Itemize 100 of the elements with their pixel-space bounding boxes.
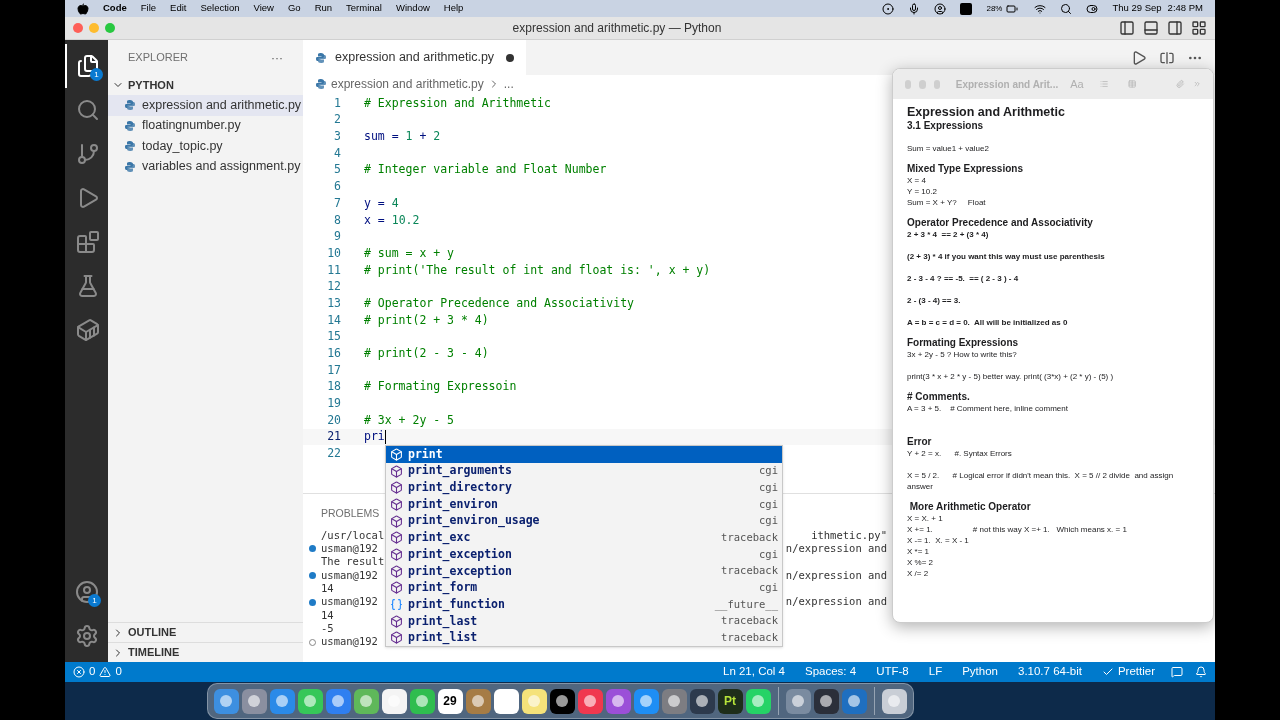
suggestion-item[interactable]: print_environ cgi [386, 496, 782, 513]
section-header[interactable]: OUTLINE [108, 622, 303, 642]
split-editor-icon[interactable] [1159, 49, 1175, 66]
search-icon[interactable] [1060, 2, 1073, 15]
suggestion-item[interactable]: print_exception traceback [386, 562, 782, 580]
activity-button[interactable]: 1 [65, 570, 108, 614]
app-icon[interactable]: 29 [437, 688, 463, 714]
wifi-icon[interactable] [1034, 2, 1047, 15]
app-icon[interactable] [409, 688, 435, 714]
user-icon[interactable] [934, 2, 947, 15]
note-text: # Comments. [907, 391, 971, 403]
bell-icon[interactable] [1195, 666, 1207, 678]
menu-item[interactable]: Window [396, 1, 430, 16]
feedback-icon[interactable] [1171, 666, 1183, 678]
terminal-text: 14 [321, 581, 334, 596]
error-icon [73, 666, 85, 678]
status-item[interactable]: Ln 21, Col 4 [719, 663, 789, 681]
app-icon[interactable] [633, 688, 659, 714]
suggestion-item[interactable]: print_directory cgi [386, 479, 782, 497]
suggestion-item[interactable]: print_exception cgi [386, 546, 782, 563]
suggestion-item[interactable]: print_exc traceback [386, 529, 782, 547]
breadcrumb-item[interactable]: ... [503, 75, 514, 93]
explorer-file[interactable]: today_topic.py [108, 136, 303, 157]
app-icon[interactable] [269, 688, 295, 714]
suggestion-item[interactable]: print_arguments cgi [386, 462, 782, 480]
suggestion-item[interactable]: print [386, 446, 782, 463]
prettier-status[interactable]: Prettier [1097, 663, 1159, 681]
line-number: 12 [326, 278, 341, 296]
line-number: 13 [326, 294, 341, 312]
breadcrumb-item[interactable]: expression and arithmetic.py [331, 75, 484, 93]
line-number: 20 [326, 411, 341, 429]
layout-icon[interactable] [1191, 20, 1207, 36]
app-icon[interactable] [841, 688, 867, 714]
menu-item[interactable]: Help [443, 1, 464, 16]
app-icon[interactable] [881, 688, 907, 714]
app-icon[interactable] [549, 688, 575, 714]
app-icon[interactable]: Pt [717, 688, 743, 714]
panel-left-icon[interactable] [1119, 20, 1135, 36]
folder-header[interactable]: PYTHON [108, 75, 303, 95]
suggestion-item[interactable]: print_function __future__ [386, 596, 782, 613]
app-icon[interactable] [493, 688, 519, 714]
app-icon[interactable] [521, 688, 547, 714]
more-button[interactable]: ··· [271, 48, 283, 67]
status-item[interactable]: Python [958, 663, 1002, 681]
suggestion-item[interactable]: print_environ_usage cgi [386, 512, 782, 530]
app-icon[interactable] [785, 688, 811, 714]
line-number: 17 [326, 361, 341, 379]
app-icon[interactable] [813, 688, 839, 714]
panel-right-icon[interactable] [1167, 20, 1183, 36]
status-item[interactable]: 3.10.7 64-bit [1014, 663, 1086, 681]
apple-icon[interactable] [77, 2, 89, 15]
close-window-button[interactable] [73, 23, 83, 33]
app-icon[interactable] [353, 688, 379, 714]
app-icon[interactable] [241, 688, 267, 714]
suggestion-item[interactable]: print_list traceback [386, 629, 782, 647]
code-comment: # Operator Precedence and Associativity [364, 294, 635, 312]
menu-item[interactable]: View [253, 1, 274, 16]
menu-item[interactable]: Run [314, 1, 333, 16]
checklist-icon[interactable] [1099, 78, 1108, 90]
explorer-file[interactable]: variables and assignment.py [108, 156, 303, 177]
line-number: 21 [326, 428, 341, 446]
suggestion-source: traceback [721, 630, 778, 646]
app-icon[interactable] [745, 688, 771, 714]
note-text: 2 - 3 - 4 ? == -5. == ( 2 - 3 ) - 4 [907, 273, 1020, 284]
line-number: 15 [326, 328, 341, 346]
menu-item[interactable]: Selection [200, 1, 240, 16]
explorer-file[interactable]: floatingnumber.py [108, 115, 303, 136]
status-item[interactable]: Spaces: 4 [801, 663, 861, 681]
suggestion-item[interactable]: print_last traceback [386, 612, 782, 630]
control-center-icon[interactable] [1086, 2, 1099, 15]
note-text: X = X. + 1 [907, 513, 944, 524]
status-item[interactable]: UTF-8 [872, 663, 913, 681]
panel-tab[interactable]: PROBLEMS [321, 506, 380, 522]
microphone-icon[interactable] [908, 2, 921, 15]
menu-item[interactable]: File [140, 1, 157, 16]
note-text: X += 1. # not this way X =+ 1. Which means x. = 1 [907, 524, 1128, 535]
app-icon[interactable] [213, 688, 239, 714]
editor-tab[interactable]: expression and arithmetic.py [303, 40, 527, 75]
blocks-icon [75, 230, 100, 254]
app-icon[interactable] [577, 688, 603, 714]
app-icon[interactable] [465, 688, 491, 714]
menu-item[interactable]: Edit [170, 1, 187, 16]
menu-item[interactable]: Go [287, 1, 301, 16]
record-icon[interactable] [882, 2, 895, 15]
status-item[interactable]: LF [924, 663, 947, 681]
app-icon[interactable] [689, 688, 715, 714]
app-icon[interactable] [325, 688, 351, 714]
line-number: 10 [326, 244, 341, 262]
menu-item[interactable]: Code [103, 1, 127, 16]
app-icon[interactable] [605, 688, 631, 714]
app-icon[interactable] [381, 688, 407, 714]
suggestion-item[interactable]: print_form cgi [386, 579, 782, 597]
run-icon[interactable] [1131, 49, 1147, 66]
menu-item[interactable]: Terminal [346, 1, 382, 16]
problems-status[interactable]: 0 0 [73, 663, 122, 681]
panel-bottom-icon[interactable] [1143, 20, 1159, 36]
battery-icon[interactable] [1004, 2, 1021, 15]
explorer-file[interactable]: expression and arithmetic.py [108, 95, 303, 116]
app-icon[interactable] [661, 688, 687, 714]
app-icon[interactable] [297, 688, 323, 714]
